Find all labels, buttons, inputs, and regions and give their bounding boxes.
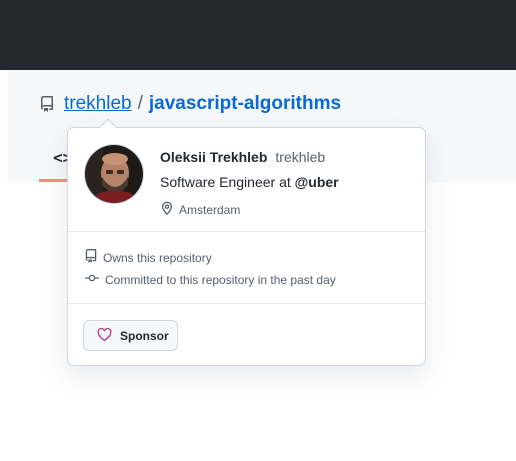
owns-repo-text: Owns this repository xyxy=(103,250,212,265)
repo-name-link[interactable]: javascript-algorithms xyxy=(149,93,341,115)
divider xyxy=(68,231,425,232)
committed-row: Committed to this repository in the past… xyxy=(84,271,336,288)
location-text: Amsterdam xyxy=(179,202,241,217)
global-header xyxy=(0,0,516,70)
owner-link[interactable]: trekhleb xyxy=(64,93,132,115)
repo-icon xyxy=(39,96,55,112)
breadcrumb: trekhleb / javascript-algorithms xyxy=(39,92,341,116)
divider xyxy=(68,303,425,304)
location-pin-icon xyxy=(160,200,179,219)
avatar[interactable] xyxy=(84,144,144,204)
committed-text: Committed to this repository in the past… xyxy=(105,272,336,287)
heart-icon xyxy=(96,327,120,345)
user-hovercard: Oleksii Trekhleb trekhleb Software Engin… xyxy=(67,118,426,366)
user-login[interactable]: trekhleb xyxy=(275,149,325,165)
sponsor-label: Sponsor xyxy=(120,328,169,343)
sponsor-button[interactable]: Sponsor xyxy=(83,320,178,351)
bio-text: Software Engineer at xyxy=(160,174,295,190)
breadcrumb-separator: / xyxy=(137,93,143,114)
hovercard-name-row: Oleksii Trekhleb trekhleb xyxy=(160,149,325,165)
bio-company-link[interactable]: @uber xyxy=(295,174,339,190)
owns-repo-row: Owns this repository xyxy=(84,249,212,266)
user-full-name[interactable]: Oleksii Trekhleb xyxy=(160,149,267,165)
user-location: Amsterdam xyxy=(160,200,240,219)
repo-icon xyxy=(84,249,103,266)
user-bio: Software Engineer at @uber xyxy=(160,174,339,190)
git-commit-icon xyxy=(84,271,105,288)
